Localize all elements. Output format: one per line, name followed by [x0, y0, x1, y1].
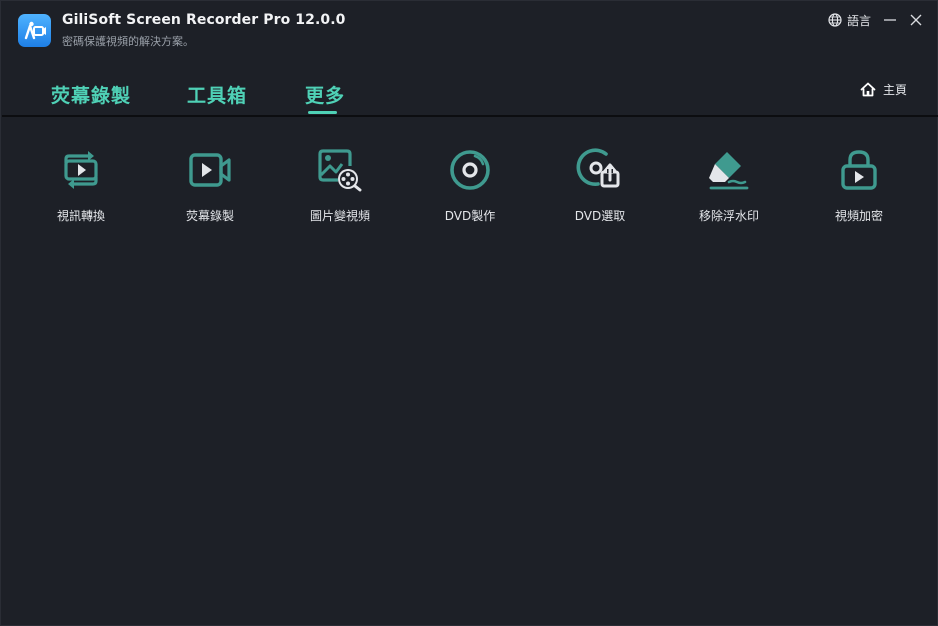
tool-screen-record[interactable]: 荧幕錄製 — [150, 145, 270, 231]
app-title: GiliSoft Screen Recorder Pro 12.0.0 — [62, 12, 346, 28]
tool-dvd-rip[interactable]: DVD選取 — [540, 145, 660, 231]
tool-dvd-burn[interactable]: DVD製作 — [410, 145, 530, 231]
tool-image-to-video[interactable]: 圖片變視頻 — [280, 145, 400, 231]
tool-label: 移除浮水印 — [698, 209, 759, 223]
app-subtitle: 密碼保護視頻的解決方案。 — [62, 35, 194, 48]
tool-label: 視頻加密 — [834, 209, 883, 223]
tool-video-convert[interactable]: 視訊轉換 — [21, 145, 141, 231]
image-to-video-icon — [315, 145, 365, 195]
home-icon — [860, 82, 876, 97]
app-window: GiliSoft Screen Recorder Pro 12.0.0 密碼保護… — [0, 0, 938, 626]
tool-label: DVD選取 — [574, 209, 626, 223]
close-button[interactable] — [909, 12, 923, 26]
screen-record-icon — [185, 145, 235, 195]
minimize-icon — [884, 19, 896, 21]
home-label: 主頁 — [883, 83, 908, 97]
dvd-rip-icon — [575, 145, 625, 195]
tool-label: 荧幕錄製 — [185, 209, 234, 223]
close-icon — [910, 14, 922, 26]
tool-label: 視訊轉換 — [56, 209, 105, 223]
active-tab-indicator — [308, 111, 337, 114]
header-divider — [2, 115, 938, 117]
tool-video-encrypt[interactable]: 視頻加密 — [799, 145, 919, 231]
tool-label: DVD製作 — [444, 209, 496, 223]
tool-remove-watermark[interactable]: 移除浮水印 — [669, 145, 789, 231]
tab-more[interactable]: 更多 — [305, 81, 345, 108]
globe-icon — [828, 13, 842, 27]
video-convert-icon — [56, 145, 106, 195]
remove-watermark-icon — [704, 145, 754, 195]
dvd-burn-icon — [445, 145, 495, 195]
language-button[interactable]: 語言 — [828, 12, 871, 28]
tab-toolbox[interactable]: 工具箱 — [187, 81, 247, 108]
app-logo-icon — [18, 14, 51, 47]
tool-label: 圖片變視頻 — [309, 209, 370, 223]
minimize-button[interactable] — [883, 12, 897, 26]
tab-screen-record[interactable]: 荧幕錄製 — [51, 81, 131, 108]
language-label: 語言 — [847, 13, 872, 28]
home-button[interactable]: 主頁 — [860, 81, 907, 98]
video-encrypt-icon — [834, 145, 884, 195]
